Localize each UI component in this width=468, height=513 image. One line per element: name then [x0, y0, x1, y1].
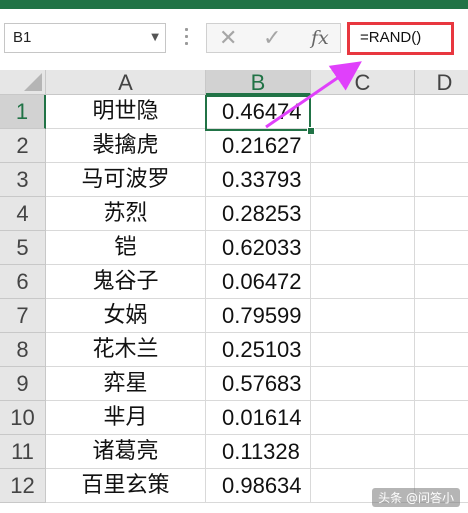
- row-header[interactable]: 11: [0, 435, 46, 469]
- cell-name[interactable]: 女娲: [46, 299, 206, 333]
- row-header[interactable]: 12: [0, 469, 46, 503]
- cell-value[interactable]: 0.01614: [206, 401, 311, 435]
- row-header[interactable]: 9: [0, 367, 46, 401]
- close-icon[interactable]: ✕: [219, 26, 237, 51]
- column-header-b[interactable]: B: [206, 70, 311, 95]
- cell-empty[interactable]: [311, 333, 415, 367]
- watermark: 头条 @问答小: [372, 488, 460, 507]
- cell-empty[interactable]: [415, 95, 468, 129]
- cell-value[interactable]: 0.79599: [206, 299, 311, 333]
- cell-name[interactable]: 诸葛亮: [46, 435, 206, 469]
- name-box[interactable]: B1 ▼: [4, 23, 166, 53]
- cell-name[interactable]: 苏烈: [46, 197, 206, 231]
- cell-empty[interactable]: [415, 265, 468, 299]
- chevron-down-icon[interactable]: ▼: [151, 32, 159, 43]
- formula-buttons: ✕ ✓ fx: [206, 23, 341, 53]
- cell-empty[interactable]: [311, 367, 415, 401]
- row-header[interactable]: 3: [0, 163, 46, 197]
- cell-name[interactable]: 弈星: [46, 367, 206, 401]
- row-header[interactable]: 1: [0, 95, 46, 129]
- name-box-value: B1: [13, 29, 32, 46]
- cell-empty[interactable]: [415, 367, 468, 401]
- cell-value[interactable]: 0.25103: [206, 333, 311, 367]
- row-header[interactable]: 7: [0, 299, 46, 333]
- cell-empty[interactable]: [311, 163, 415, 197]
- app-title-bar: [0, 0, 468, 9]
- cell-empty[interactable]: [415, 231, 468, 265]
- cell-empty[interactable]: [311, 401, 415, 435]
- cell-empty[interactable]: [415, 129, 468, 163]
- cell-name[interactable]: 花木兰: [46, 333, 206, 367]
- cell-empty[interactable]: [415, 197, 468, 231]
- cell-value[interactable]: 0.21627: [206, 129, 311, 163]
- cell-empty[interactable]: [311, 95, 415, 129]
- cell-empty[interactable]: [415, 163, 468, 197]
- drag-handle-icon[interactable]: [185, 28, 189, 50]
- cell-empty[interactable]: [415, 299, 468, 333]
- cell-name[interactable]: 铠: [46, 231, 206, 265]
- cell-empty[interactable]: [415, 435, 468, 469]
- fx-icon[interactable]: fx: [311, 27, 329, 49]
- fill-handle[interactable]: [307, 127, 315, 135]
- cell-empty[interactable]: [311, 129, 415, 163]
- column-header-a[interactable]: A: [46, 70, 206, 95]
- cell-empty[interactable]: [311, 265, 415, 299]
- cell-empty[interactable]: [415, 333, 468, 367]
- formula-bar-row: B1 ▼ ✕ ✓ fx =RAND(): [0, 9, 468, 71]
- row-header[interactable]: 8: [0, 333, 46, 367]
- cell-value[interactable]: 0.62033: [206, 231, 311, 265]
- row-header[interactable]: 2: [0, 129, 46, 163]
- row-header[interactable]: 10: [0, 401, 46, 435]
- cell-value[interactable]: 0.28253: [206, 197, 311, 231]
- cell-empty[interactable]: [311, 299, 415, 333]
- cell-name[interactable]: 芈月: [46, 401, 206, 435]
- cell-empty[interactable]: [415, 401, 468, 435]
- cell-empty[interactable]: [311, 231, 415, 265]
- cell-name[interactable]: 百里玄策: [46, 469, 206, 503]
- formula-input[interactable]: =RAND(): [347, 22, 454, 55]
- check-icon[interactable]: ✓: [263, 26, 281, 51]
- column-header-c[interactable]: C: [311, 70, 415, 95]
- cell-name[interactable]: 鬼谷子: [46, 265, 206, 299]
- cell-value[interactable]: 0.11328: [206, 435, 311, 469]
- cell-name[interactable]: 裴擒虎: [46, 129, 206, 163]
- cell-name[interactable]: 明世隐: [46, 95, 206, 129]
- column-header-d[interactable]: D: [415, 70, 468, 95]
- select-all-corner[interactable]: [0, 70, 46, 95]
- cell-value[interactable]: 0.98634: [206, 469, 311, 503]
- row-header[interactable]: 4: [0, 197, 46, 231]
- cell-value[interactable]: 0.06472: [206, 265, 311, 299]
- cell-empty[interactable]: [311, 435, 415, 469]
- cell-value[interactable]: 0.46474: [206, 95, 311, 129]
- row-header[interactable]: 6: [0, 265, 46, 299]
- cell-name[interactable]: 马可波罗: [46, 163, 206, 197]
- cell-value[interactable]: 0.57683: [206, 367, 311, 401]
- formula-text: =RAND(): [360, 29, 422, 46]
- row-header[interactable]: 5: [0, 231, 46, 265]
- spreadsheet-grid: ABCD 1 明世隐 0.46474 2 裴擒虎 0.21627 3 马可波罗 0.33793 4…: [0, 70, 468, 513]
- cell-empty[interactable]: [311, 197, 415, 231]
- cell-value[interactable]: 0.33793: [206, 163, 311, 197]
